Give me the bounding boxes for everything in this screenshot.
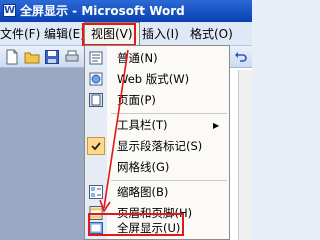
menu-separator [111,113,227,114]
web-layout-icon [88,71,104,87]
menu-item-toolbars[interactable]: 工具栏(T) ▶ [85,115,231,136]
fullscreen-icon [88,220,104,236]
menu-item-label: 全屏显示(U) [117,221,181,235]
menu-item-full-screen[interactable]: 全屏显示(U) [85,218,231,239]
toolbar-right-segment [230,46,252,68]
window-title: 全屏显示 - Microsoft Word [20,4,185,18]
menu-item-normal[interactable]: 普通(N) [85,48,231,69]
menu-item-page[interactable]: 页面(P) [85,90,231,111]
menu-edit[interactable]: 编辑(E) [44,22,85,46]
menu-item-label: 普通(N) [117,51,158,65]
menu-item-label: 网格线(G) [117,160,170,174]
menu-item-thumbnails[interactable]: 缩略图(B) [85,182,231,203]
menu-separator [111,180,227,181]
vertical-ruler [238,70,252,240]
menu-item-label: 页面(P) [117,93,156,107]
menu-item-gridlines[interactable]: 网格线(G) [85,157,231,178]
open-folder-icon[interactable] [24,49,40,65]
undo-icon[interactable] [233,49,249,65]
title-bar: W 全屏显示 - Microsoft Word [0,0,252,22]
menu-bar: 文件(F) 编辑(E) 视图(V) 插入(I) 格式(O) [0,22,252,46]
word-doc-icon: W [3,4,16,17]
menu-item-label: Web 版式(W) [117,72,190,86]
new-doc-icon[interactable] [4,49,20,65]
menu-insert[interactable]: 插入(I) [142,22,179,46]
menu-file[interactable]: 文件(F) [0,22,40,46]
standard-toolbar [0,46,84,68]
menu-item-web-layout[interactable]: Web 版式(W) [85,69,231,90]
document-area[interactable] [0,68,84,240]
view-menu-dropdown: 普通(N) Web 版式(W) 页面(P) 工具栏(T) ▶ 显示段落标记(S)… [84,45,230,240]
page-layout-icon [88,92,104,108]
menu-item-label: 显示段落标记(S) [117,139,203,153]
save-icon[interactable] [44,49,60,65]
submenu-arrow-icon: ▶ [213,121,220,130]
menu-item-label: 缩略图(B) [117,185,169,199]
checkmark-icon [88,138,104,154]
print-icon[interactable] [64,49,80,65]
menu-format[interactable]: 格式(O) [190,22,233,46]
menu-item-label: 工具栏(T) [117,118,168,132]
normal-view-icon [88,50,104,66]
menu-view[interactable]: 视图(V) [84,22,140,46]
menu-item-show-paragraph-marks[interactable]: 显示段落标记(S) [85,136,231,157]
thumbnail-icon [88,184,104,200]
